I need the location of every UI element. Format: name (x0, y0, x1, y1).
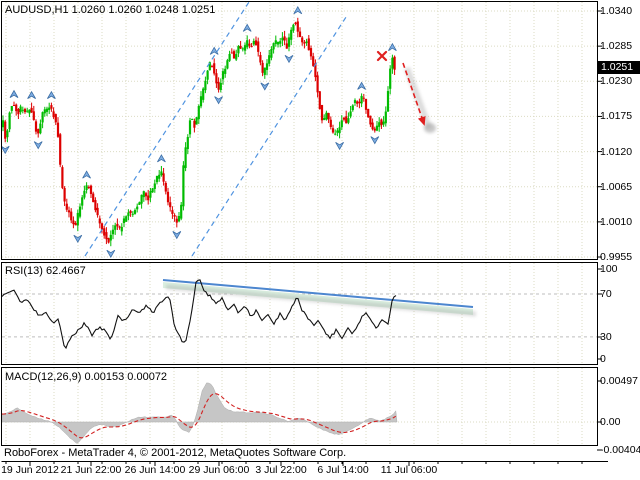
time-axis-label: 11 Jul 06:00 (369, 464, 449, 476)
rsi-axis-label: 0 (600, 353, 606, 365)
rsi-axis-label: 30 (600, 331, 612, 343)
macd-axis-label: -0.00404 (600, 444, 640, 456)
copyright-text: RoboForex - MetaTrader 4, © 2001-2012, M… (4, 447, 346, 459)
rsi-plot[interactable] (2, 264, 597, 364)
rsi-axis-label: 70 (600, 288, 612, 300)
price-axis-label: 1.0010 (600, 216, 632, 228)
main-chart-plot[interactable] (2, 2, 597, 259)
rsi-axis-label: 100 (600, 263, 618, 275)
chart-symbol-title: AUDUSD,H1 1.0260 1.0260 1.0248 1.0251 (5, 4, 215, 16)
mt4-chart-window: AUDUSD,H1 1.0260 1.0260 1.0248 1.0251 RS… (0, 0, 640, 480)
macd-axis-label: 0.00 (600, 416, 620, 428)
price-axis-label: 1.0285 (600, 40, 632, 52)
price-axis-label: 1.0175 (600, 110, 632, 122)
price-axis-label: 1.0065 (600, 181, 632, 193)
current-price-tag: 1.0251 (598, 61, 640, 74)
macd-indicator-title: MACD(12,26,9) 0.00153 0.00072 (5, 371, 167, 383)
price-axis-label: 1.0230 (600, 75, 632, 87)
price-axis-label: 0.9955 (600, 251, 632, 263)
price-axis-label: 1.0340 (600, 5, 632, 17)
rsi-indicator-title: RSI(13) 62.4667 (5, 265, 86, 277)
macd-axis-label: 0.00497 (600, 375, 638, 387)
price-axis-label: 1.0120 (600, 146, 632, 158)
chart-canvas (0, 0, 640, 480)
